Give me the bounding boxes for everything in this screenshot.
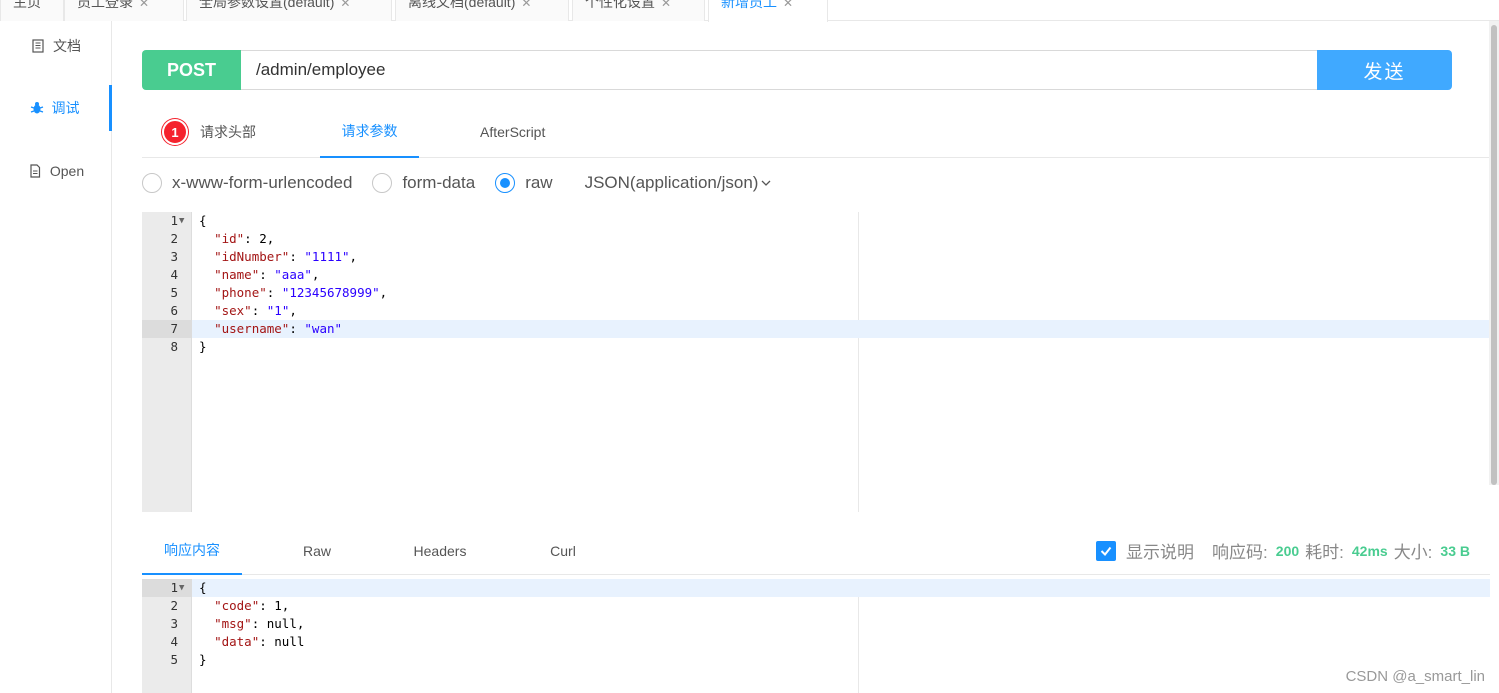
tab-request-headers[interactable]: 1 请求头部 — [162, 106, 256, 158]
code-line[interactable]: 1 ▼ { — [142, 579, 1490, 597]
code-line[interactable]: 4 "name": "aaa", — [142, 266, 1490, 284]
code-text: { — [199, 580, 207, 595]
code-line[interactable]: 3 "msg": null, — [142, 615, 1490, 633]
code-text: } — [199, 339, 207, 354]
chevron-down-icon — [761, 180, 771, 186]
document-icon — [32, 39, 44, 53]
tab-add-employee[interactable]: 新增员工 ✕ — [708, 0, 828, 22]
sidebar-item-docs[interactable]: 文档 — [0, 23, 112, 69]
tab-response-raw[interactable]: Raw — [282, 526, 352, 575]
radio-circle[interactable] — [372, 173, 393, 193]
close-icon[interactable]: ✕ — [139, 0, 149, 10]
size-label: 大小: — [1393, 543, 1433, 562]
line-number: 4 — [170, 634, 178, 649]
tab-employee-login[interactable]: 员工登录 ✕ — [64, 0, 184, 21]
body-type-radios: x-www-form-urlencoded form-data raw JSON… — [142, 170, 772, 196]
show-desc-label: 显示说明 — [1126, 543, 1195, 562]
tab-request-params[interactable]: 请求参数 — [320, 106, 419, 158]
size-value: 33 B — [1440, 542, 1470, 559]
code-line[interactable]: 8} — [142, 338, 1490, 356]
line-number: 5 — [170, 285, 178, 300]
close-icon[interactable]: ✕ — [661, 0, 671, 10]
time-value: 42ms — [1351, 542, 1388, 559]
show-desc-checkbox[interactable] — [1096, 540, 1117, 561]
line-number: 6 — [170, 303, 178, 318]
code-line[interactable]: 1 ▼ { — [142, 212, 1490, 230]
bug-icon — [30, 102, 43, 114]
line-number: 4 — [170, 267, 178, 282]
code-text: "username": "wan" — [214, 321, 343, 336]
code-text: "code": 1, — [214, 598, 290, 613]
response-tabs: 响应内容 Raw Headers Curl 显示说明 响应码: 200 耗时: … — [142, 526, 1490, 575]
app-root: 主页 员工登录 ✕ 全局参数设置(default) ✕ 离线文档(default) ✕… — [0, 0, 1499, 693]
vertical-scrollbar[interactable] — [1489, 21, 1499, 485]
tab-home[interactable]: 主页 — [0, 0, 64, 21]
code-line[interactable]: 7 "username": "wan" — [142, 320, 1490, 338]
scroll-thumb[interactable] — [1491, 25, 1497, 485]
code-line[interactable]: 5 "phone": "12345678999", — [142, 284, 1490, 302]
sidebar-item-open[interactable]: Open — [0, 148, 112, 194]
code-line[interactable]: 6 "sex": "1", — [142, 302, 1490, 320]
code-text: "phone": "12345678999", — [214, 285, 388, 300]
file-icon — [30, 164, 40, 178]
code-text: "idNumber": "1111", — [214, 249, 358, 264]
code-text: "name": "aaa", — [214, 267, 320, 282]
code-line[interactable]: 2 "id": 2, — [142, 230, 1490, 248]
sidebar-item-debug[interactable]: 调试 — [0, 85, 112, 131]
sidebar: 文档 调试 Open — [0, 21, 112, 693]
code-line[interactable]: 2 "code": 1, — [142, 597, 1490, 615]
url-input[interactable] — [241, 50, 1317, 90]
request-tabs: 1 请求头部 请求参数 AfterScript — [142, 106, 1490, 158]
top-tab-bar: 主页 员工登录 ✕ 全局参数设置(default) ✕ 离线文档(default) ✕… — [0, 0, 1499, 22]
time-label: 耗时: — [1305, 543, 1344, 562]
radio-raw[interactable]: raw — [495, 173, 553, 193]
code-text: { — [199, 213, 207, 228]
line-number: 2 — [170, 231, 178, 246]
tab-response-content[interactable]: 响应内容 — [142, 526, 242, 575]
line-number: 3 — [170, 616, 178, 631]
check-icon — [1100, 546, 1112, 556]
tab-response-headers[interactable]: Headers — [402, 526, 478, 575]
status-code-value: 200 — [1275, 542, 1300, 559]
code-text: "sex": "1", — [214, 303, 297, 318]
line-number: 3 — [170, 249, 178, 264]
watermark: CSDN @a_smart_lin — [1345, 668, 1485, 685]
status-code-label: 响应码: — [1212, 543, 1268, 562]
code-text: } — [199, 652, 207, 667]
fold-toggle-icon[interactable]: ▼ — [179, 579, 184, 597]
send-button[interactable]: 发送 — [1317, 50, 1452, 90]
radio-circle-checked[interactable] — [495, 173, 516, 193]
radio-form-data[interactable]: form-data — [372, 173, 475, 193]
radio-circle[interactable] — [142, 173, 162, 193]
line-number: 7 — [170, 321, 178, 336]
close-icon[interactable]: ✕ — [521, 0, 531, 10]
line-number: 2 — [170, 598, 178, 613]
line-number: 8 — [170, 339, 178, 354]
close-icon[interactable]: ✕ — [340, 0, 350, 10]
code-text: "msg": null, — [214, 616, 305, 631]
tab-global-params[interactable]: 全局参数设置(default) ✕ — [186, 0, 392, 21]
response-body-editor[interactable]: 1 ▼{2 "code": 1, 3 "msg": null, 4 "data": n… — [142, 579, 1490, 693]
line-number: 1 — [170, 213, 178, 228]
code-line[interactable]: 3 "idNumber": "1111", — [142, 248, 1490, 266]
radio-urlencoded[interactable]: x-www-form-urlencoded — [142, 173, 352, 193]
fold-toggle-icon[interactable]: ▼ — [179, 212, 184, 230]
code-line[interactable]: 4 "data": null — [142, 633, 1490, 651]
tab-personalize[interactable]: 个性化设置 ✕ — [572, 0, 705, 21]
tab-afterscript[interactable]: AfterScript — [480, 106, 545, 158]
request-url-bar: POST 发送 — [142, 50, 1452, 90]
tab-response-curl[interactable]: Curl — [532, 526, 594, 575]
code-text: "data": null — [214, 634, 305, 649]
close-icon[interactable]: ✕ — [783, 0, 793, 10]
request-body-editor[interactable]: 1 ▼{2 "id": 2, 3 "idNumber": "1111", 4 "nam… — [142, 212, 1490, 512]
line-number: 1 — [170, 580, 178, 595]
method-select[interactable]: POST — [142, 50, 241, 90]
content-type-dropdown[interactable]: JSON(application/json) — [585, 173, 773, 193]
line-number: 5 — [170, 652, 178, 667]
headers-count-badge: 1 — [162, 119, 188, 145]
tab-offline-doc[interactable]: 离线文档(default) ✕ — [395, 0, 569, 21]
code-text: "id": 2, — [214, 231, 275, 246]
code-line[interactable]: 5} — [142, 651, 1490, 669]
response-meta: 显示说明 响应码: 200 耗时: 42ms 大小: 33 B — [1096, 526, 1470, 575]
